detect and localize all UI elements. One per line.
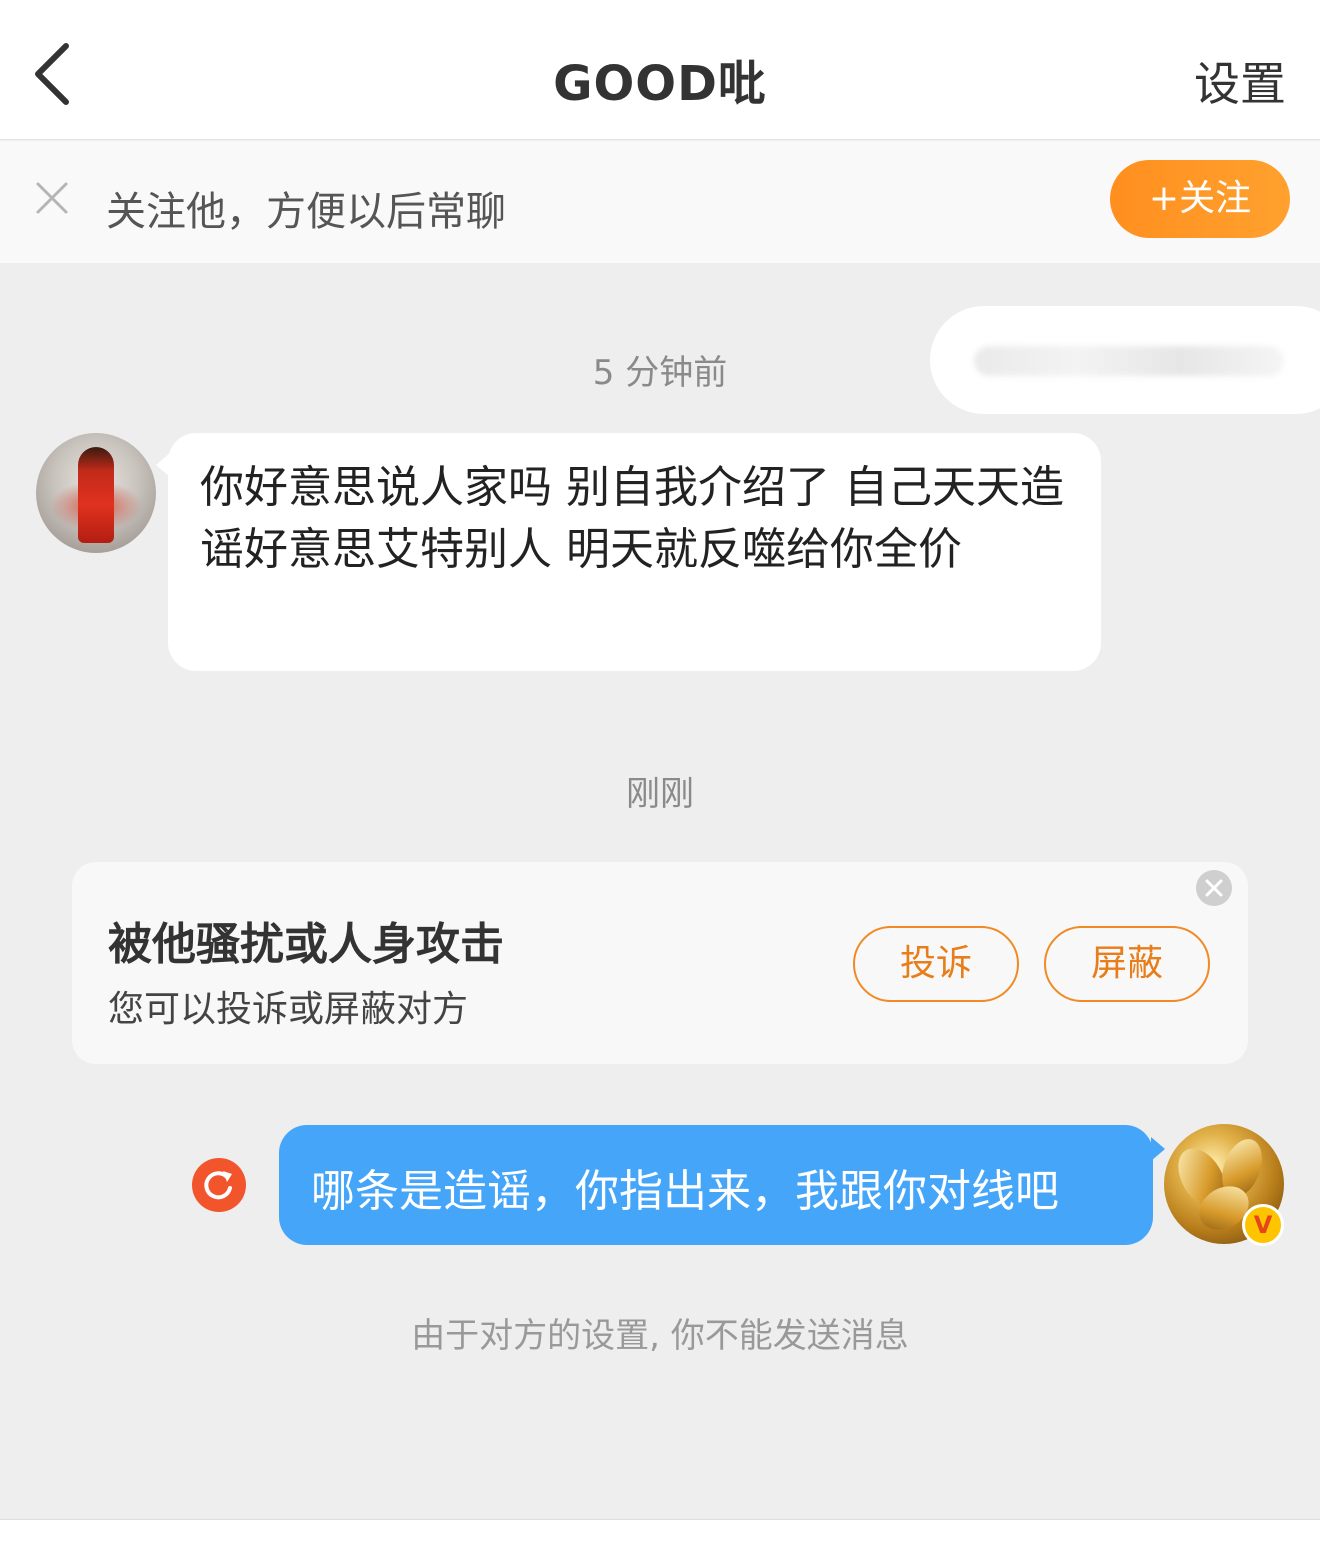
bubble-tail (1151, 1137, 1165, 1161)
message-timestamp: 5 分钟前 (592, 353, 728, 393)
follow-button[interactable]: +关注 (1110, 160, 1290, 238)
page-title: GOOD吡 (553, 56, 767, 112)
close-icon (1205, 879, 1223, 897)
contact-avatar[interactable] (36, 433, 156, 553)
nav-header: GOOD吡 设置 (0, 0, 1320, 140)
dismiss-card-button[interactable] (1196, 870, 1232, 906)
bottom-input-area (0, 1519, 1320, 1542)
report-button[interactable]: 投诉 (853, 926, 1019, 1002)
refresh-icon (204, 1171, 232, 1200)
outgoing-message-bubble[interactable]: 哪条是造谣，你指出来，我跟你对线吧 (279, 1125, 1165, 1245)
harassment-report-card: 被他骚扰或人身攻击 您可以投诉或屏蔽对方 投诉 屏蔽 (72, 862, 1248, 1064)
verified-badge-letter: V (1253, 1211, 1273, 1239)
block-button[interactable]: 屏蔽 (1044, 926, 1210, 1002)
avatar-art-figure (78, 447, 114, 543)
back-button[interactable] (22, 36, 86, 112)
outgoing-message-text: 哪条是造谣，你指出来，我跟你对线吧 (311, 1166, 1059, 1217)
report-card-subtitle: 您可以投诉或屏蔽对方 (108, 989, 469, 1030)
resend-button[interactable] (192, 1158, 246, 1212)
verified-badge-icon: V (1242, 1204, 1284, 1246)
report-card-title: 被他骚扰或人身攻击 (108, 919, 504, 970)
follow-prompt-text: 关注他，方便以后常聊 (106, 189, 506, 235)
cannot-send-notice: 由于对方的设置, 你不能发送消息 (411, 1316, 909, 1356)
message-timestamp: 刚刚 (626, 774, 694, 814)
bubble-tail (156, 453, 170, 477)
follow-banner: 关注他，方便以后常聊 +关注 (0, 141, 1320, 263)
chevron-left-icon (35, 43, 69, 105)
incoming-message-text: 你好意思说人家吗 别自我介绍了 自己天天造谣好意思艾特别人 明天就反噬给你全价 (200, 462, 1064, 575)
incoming-message-bubble[interactable]: 你好意思说人家吗 别自我介绍了 自己天天造谣好意思艾特别人 明天就反噬给你全价 (156, 433, 1101, 671)
settings-button[interactable]: 设置 (1194, 48, 1286, 114)
close-banner-button[interactable] (30, 176, 74, 220)
close-icon (36, 182, 68, 214)
